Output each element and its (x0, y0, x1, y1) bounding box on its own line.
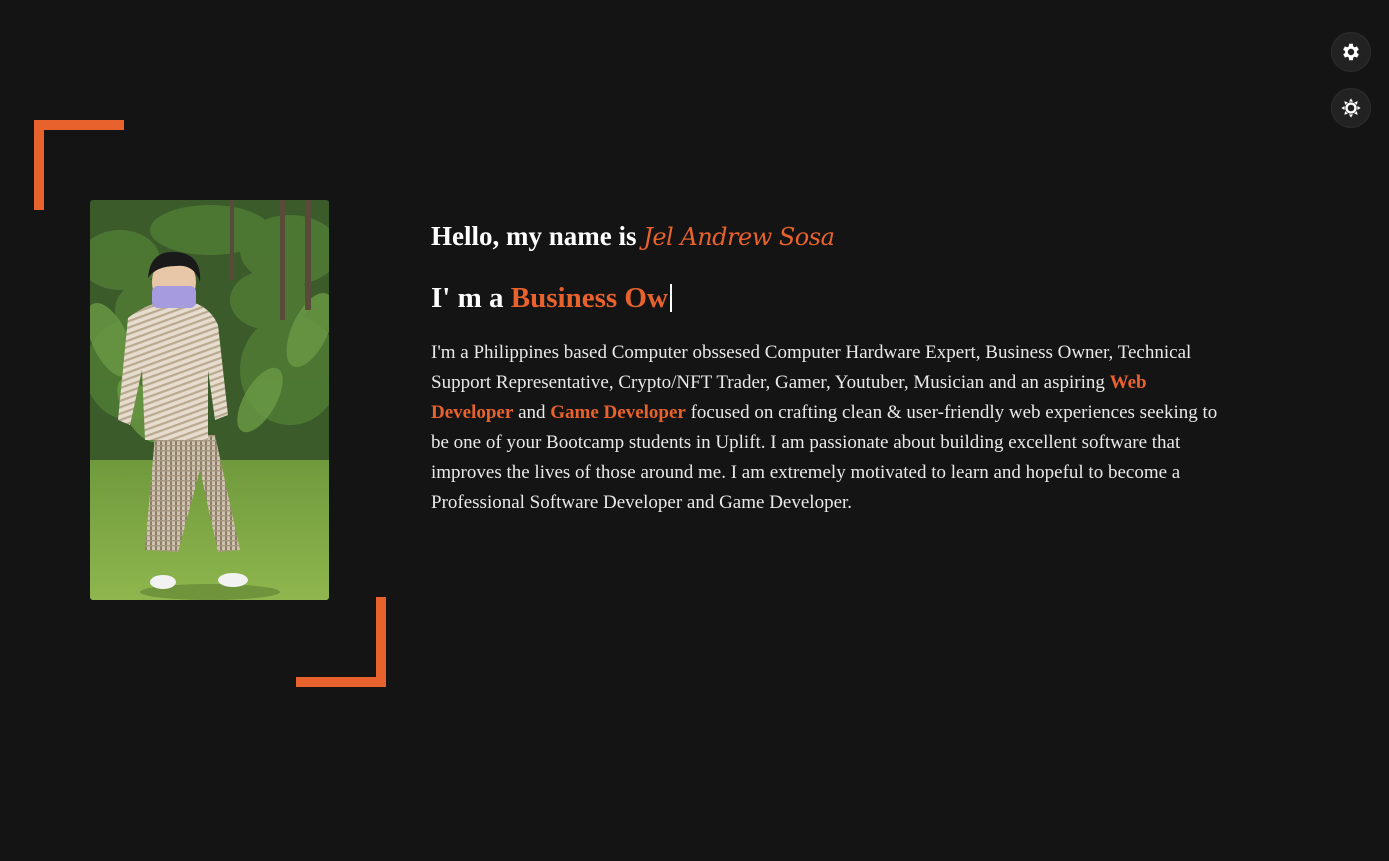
profile-photo (90, 200, 329, 600)
decorative-bracket-bottom-right (296, 597, 386, 687)
bio-highlight-game-developer: Game Developer (550, 402, 686, 423)
role-heading: I' m a Business Ow (431, 280, 1231, 316)
gear-icon (1343, 43, 1359, 61)
bio-text-and: and (513, 402, 551, 423)
decorative-bracket-top-left (34, 120, 124, 210)
theme-toggle-button[interactable] (1331, 88, 1371, 128)
role-prefix: I' m a (431, 282, 511, 314)
greeting-prefix: Hello, my name is (431, 221, 644, 251)
typing-cursor (669, 284, 672, 312)
sun-icon (1341, 98, 1361, 118)
role-typed-text: Business Ow (510, 282, 668, 314)
settings-button[interactable] (1331, 32, 1371, 72)
greeting-heading: Hello, my name is Jel Andrew Sosa (431, 212, 1231, 260)
bio-text-1: I'm a Philippines based Computer obssese… (431, 342, 1192, 393)
page: Hello, my name is Jel Andrew Sosa I' m a… (0, 0, 1389, 861)
bio-paragraph: I'm a Philippines based Computer obssese… (431, 338, 1231, 518)
intro-section: Hello, my name is Jel Andrew Sosa I' m a… (431, 212, 1231, 518)
name-text: Jel Andrew Sosa (643, 223, 835, 251)
